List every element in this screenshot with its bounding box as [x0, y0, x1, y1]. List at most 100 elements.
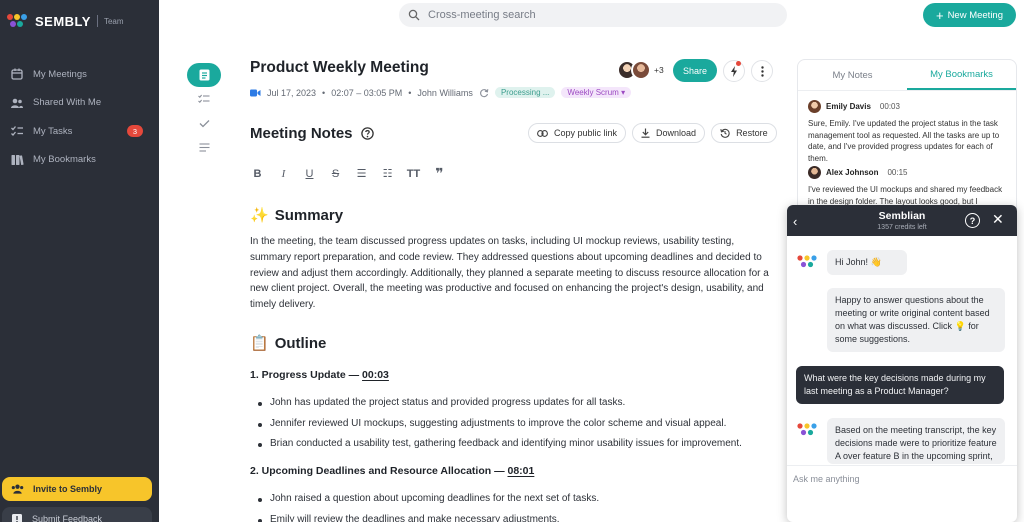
bold-icon[interactable]: B — [250, 166, 265, 181]
copy-public-link-button[interactable]: Copy public link — [528, 123, 627, 143]
list-item: Emily will review the deadlines and make… — [258, 514, 560, 522]
outline-section-heading: 2. Upcoming Deadlines and Resource Alloc… — [250, 465, 534, 477]
meta-separator: • — [322, 87, 326, 98]
checklist-view-button[interactable] — [187, 87, 221, 111]
help-icon[interactable] — [360, 127, 374, 140]
list-item-text: John raised a question about upcoming de… — [270, 493, 600, 504]
more-vertical-icon — [760, 65, 764, 77]
plus-icon: + — [935, 7, 944, 23]
chat-input-area — [787, 465, 1017, 522]
share-button[interactable]: Share — [673, 59, 717, 82]
tasks-count-badge: 3 — [127, 125, 143, 138]
semblian-bot-icon — [797, 255, 819, 269]
summary-title: Summary — [274, 206, 344, 224]
italic-icon[interactable]: I — [276, 166, 291, 181]
new-meeting-button[interactable]: + New Meeting — [923, 3, 1016, 27]
invite-button[interactable]: Invite to Sembly — [2, 477, 152, 501]
sidebar-item-label: Shared With Me — [33, 97, 102, 109]
notes-bookmarks-panel: My Notes My Bookmarks Emily Davis 00:03 … — [797, 59, 1017, 219]
logo[interactable]: SEMBLY Team — [7, 13, 124, 29]
meeting-type-label: Weekly Scrum — [567, 88, 619, 97]
avatar — [808, 166, 821, 179]
lightning-icon — [731, 65, 737, 77]
download-label: Download — [656, 128, 697, 138]
download-icon — [641, 128, 650, 138]
check-icon — [199, 119, 209, 127]
notes-heading: Meeting Notes — [250, 125, 374, 142]
numbered-list-icon[interactable]: ☷ — [380, 166, 395, 181]
caret-down-icon: ▾ — [621, 88, 626, 97]
copy-public-link-label: Copy public link — [554, 128, 618, 138]
list-item: Jennifer reviewed UI mockups, suggesting… — [258, 418, 726, 429]
status-badge: Processing ... — [494, 87, 556, 98]
chat-header: ‹ Semblian 1357 credits left ? ✕ — [787, 205, 1017, 236]
outline-section-heading: 1. Progress Update — 00:03 — [250, 369, 389, 381]
list-item-text: Jennifer reviewed UI mockups, suggesting… — [270, 418, 727, 429]
restore-label: Restore — [736, 128, 768, 138]
notification-dot — [736, 61, 741, 66]
underline-icon[interactable]: U — [302, 166, 317, 181]
notes-view-button[interactable] — [187, 63, 221, 87]
notes-content: ✨ Summary In the meeting, the team discu… — [250, 206, 770, 522]
bookmark-author: Alex Johnson — [826, 168, 879, 177]
section-title: 2. Upcoming Deadlines and Resource Alloc… — [250, 465, 508, 477]
meeting-time: 02:07 – 03:05 PM — [331, 87, 403, 98]
bookmark-item[interactable]: Emily Davis 00:03 Sure, Emily. I've upda… — [808, 100, 1008, 164]
list-item-text: Emily will review the deadlines and make… — [270, 514, 560, 522]
chat-input[interactable] — [793, 474, 1011, 514]
sembly-logo-icon — [7, 13, 29, 29]
notes-heading-text: Meeting Notes — [250, 125, 353, 142]
help-icon[interactable]: ? — [965, 213, 980, 228]
bookmark-time: 00:15 — [887, 168, 908, 177]
text-size-icon[interactable]: TT — [406, 166, 421, 181]
meta-separator: • — [408, 87, 412, 98]
list-item-text: Brian conducted a usability test, gather… — [270, 438, 742, 449]
user-message: What were the key decisions made during … — [796, 366, 1004, 404]
timestamp-link[interactable]: 00:03 — [362, 369, 389, 381]
participants[interactable]: +3 — [617, 60, 664, 80]
tab-my-bookmarks[interactable]: My Bookmarks — [907, 60, 1016, 90]
new-meeting-label: New Meeting — [947, 9, 1004, 21]
automation-button[interactable] — [723, 60, 745, 82]
tab-my-notes[interactable]: My Notes — [798, 60, 907, 90]
bullet-list-icon[interactable]: ☰ — [354, 166, 369, 181]
search-icon — [408, 9, 420, 21]
sidebar-item-my-meetings[interactable]: My Meetings — [0, 60, 159, 89]
checklist-icon — [198, 94, 210, 104]
download-button[interactable]: Download — [632, 123, 706, 143]
search-input[interactable] — [428, 9, 768, 21]
list-item-text: John has updated the project status and … — [270, 397, 626, 408]
bookmark-header: Alex Johnson 00:15 — [808, 166, 1008, 179]
bookmark-author: Emily Davis — [826, 102, 871, 111]
strikethrough-icon[interactable]: S — [328, 166, 343, 181]
sidebar-item-label: My Bookmarks — [33, 154, 96, 166]
timestamp-link[interactable]: 08:01 — [508, 465, 535, 477]
sidebar: SEMBLY Team My Meetings Shared With Me M… — [0, 0, 159, 522]
history-icon — [720, 128, 730, 138]
tasks-view-button[interactable] — [187, 111, 221, 135]
more-options-button[interactable] — [751, 60, 773, 82]
bot-message: Happy to answer questions about the meet… — [827, 288, 1005, 352]
meeting-title: Product Weekly Meeting — [250, 59, 429, 76]
quote-icon[interactable]: ❞ — [432, 165, 447, 181]
link-icon — [537, 129, 548, 137]
tasks-icon — [11, 126, 23, 137]
submit-feedback-button[interactable]: Submit Feedback — [2, 507, 152, 522]
bookmark-text: Sure, Emily. I've updated the project st… — [808, 119, 1000, 163]
summary-text: In the meeting, the team discussed progr… — [250, 236, 769, 311]
meeting-type-dropdown[interactable]: Weekly Scrum ▾ — [561, 87, 632, 98]
sidebar-item-my-bookmarks[interactable]: My Bookmarks — [0, 146, 159, 175]
invite-label: Invite to Sembly — [33, 484, 103, 494]
transcript-view-button[interactable] — [187, 135, 221, 159]
video-icon — [250, 89, 261, 96]
sidebar-item-shared-with-me[interactable]: Shared With Me — [0, 89, 159, 118]
restore-button[interactable]: Restore — [711, 123, 777, 143]
sidebar-item-label: My Tasks — [33, 125, 73, 137]
cross-meeting-search[interactable] — [399, 3, 787, 27]
close-icon[interactable]: ✕ — [992, 211, 1004, 228]
people-icon — [11, 98, 23, 108]
outline-title: Outline — [274, 334, 327, 352]
sidebar-item-my-tasks[interactable]: My Tasks 3 — [0, 117, 159, 146]
meeting-date: Jul 17, 2023 — [267, 87, 317, 98]
bookmark-time: 00:03 — [879, 102, 900, 111]
